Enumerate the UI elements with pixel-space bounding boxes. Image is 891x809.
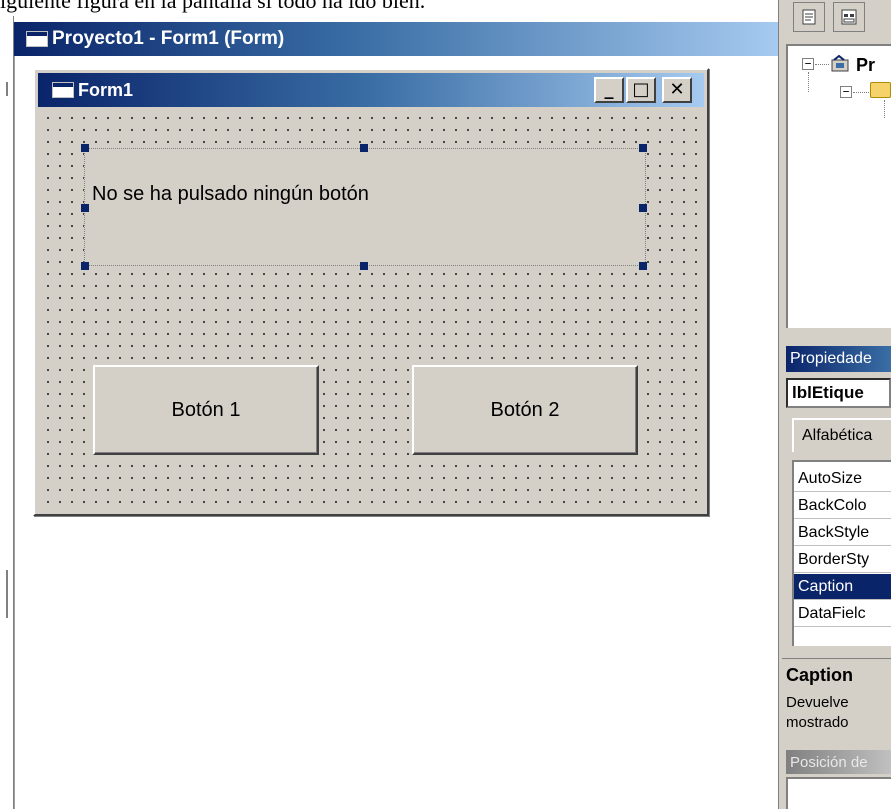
object-selector-combo[interactable]: lblEtique [786,378,891,408]
resize-handle[interactable] [81,204,89,212]
property-description-text: Devuelve mostrado [786,694,849,731]
resize-handle[interactable] [360,262,368,270]
label-caption: No se ha pulsado ningún botón [92,183,369,205]
resize-handle[interactable] [81,262,89,270]
property-row[interactable]: BackStyle [794,520,891,546]
property-row[interactable]: BorderSty [794,547,891,573]
resize-handle[interactable] [639,144,647,152]
tree-connector [853,92,869,93]
view-code-button[interactable] [793,2,825,32]
folder-icon [870,82,891,98]
resize-handle[interactable] [360,144,368,152]
scroll-marker [6,82,8,96]
boton-1-button[interactable]: Botón 1 [93,365,319,455]
boton-1-label: Botón 1 [171,398,241,421]
document-caption: iguiente figura en la pantalla si todo h… [0,0,426,13]
project-icon [831,55,849,72]
boton-2-button[interactable]: Botón 2 [412,365,638,455]
property-row[interactable]: AutoSize [794,466,891,492]
view-code-icon [802,9,816,25]
property-description-title: Caption [786,665,853,685]
form-layout-titlebar[interactable]: Posición de [786,750,891,774]
resize-handle[interactable] [639,262,647,270]
close-button[interactable]: ✕ [662,77,692,103]
property-row-selected[interactable]: Caption [794,574,891,600]
view-object-icon [841,9,857,25]
close-icon: ✕ [669,79,685,100]
collapse-node-icon[interactable]: − [802,58,814,70]
resize-handle[interactable] [81,144,89,152]
tree-connector [808,72,809,92]
properties-titlebar[interactable]: Propiedade [786,346,891,372]
tree-connector [884,100,885,118]
minimize-icon: _ [604,79,614,100]
tab-alphabetic[interactable]: Alfabética [792,418,891,452]
maximize-button[interactable]: □ [626,77,656,103]
project-node-label[interactable]: Pr [856,55,875,76]
form-window-icon [26,31,48,47]
resize-handle[interactable] [639,204,647,212]
property-row[interactable]: DataFielc [794,601,891,627]
label-control-selected[interactable] [84,148,646,266]
minimize-button[interactable]: _ [594,77,624,103]
form-layout-area [786,777,891,809]
form1-title: Form1 [78,79,134,100]
designer-title: Proyecto1 - Form1 (Form) [52,28,285,49]
boton-2-label: Botón 2 [490,398,560,421]
scroll-marker [6,570,8,618]
maximize-icon: □ [632,79,650,100]
designer-left-border [0,16,14,809]
collapse-node-icon[interactable]: − [840,86,852,98]
designer-titlebar[interactable]: Proyecto1 - Form1 (Form) [14,22,778,56]
tree-connector [815,64,829,65]
property-row[interactable]: BackColo [794,493,891,519]
view-object-button[interactable] [833,2,865,32]
form-window-icon [52,82,74,98]
